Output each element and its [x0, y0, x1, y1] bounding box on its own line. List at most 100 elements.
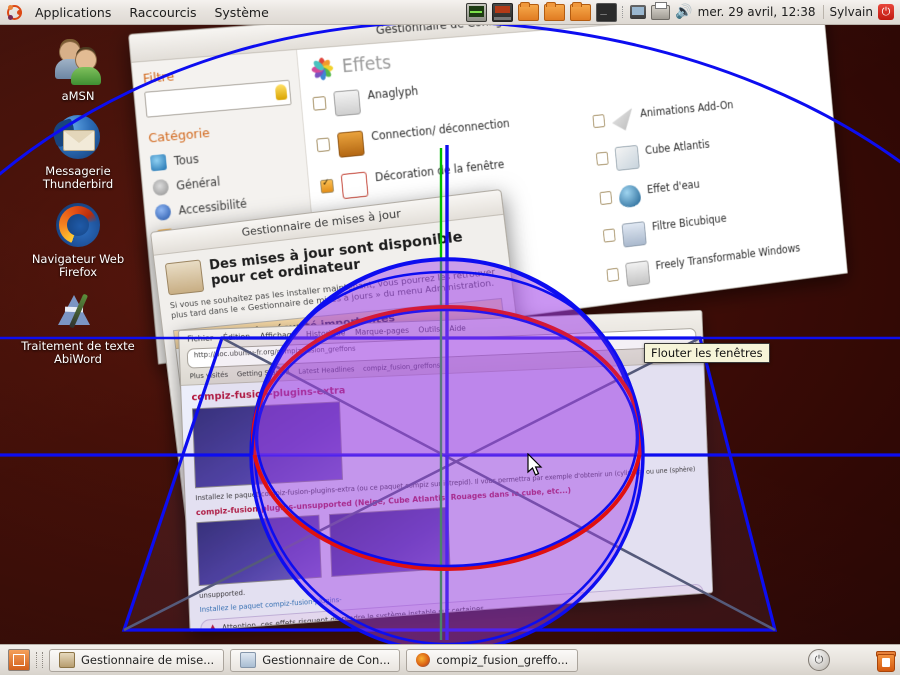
plugin-checkbox[interactable] [316, 137, 330, 152]
taskbar-grip[interactable] [36, 652, 43, 668]
menu-historique[interactable]: Historique [306, 328, 346, 338]
trash-icon[interactable] [876, 650, 894, 670]
bookmark-item[interactable]: Getting Started [237, 368, 290, 378]
amsn-icon [54, 38, 102, 86]
taskbar: Gestionnaire de mise... Gestionnaire de … [0, 644, 900, 675]
connection-icon [337, 130, 365, 157]
page-thumbnail [192, 401, 343, 488]
plugin-checkbox[interactable] [592, 114, 605, 128]
plugin-label: Effet d'eau [646, 178, 700, 196]
section-title: Effets [341, 52, 392, 77]
desktop-icon-label-line2: Firefox [18, 266, 138, 279]
folder-icon[interactable] [570, 4, 591, 21]
desktop-icon-thunderbird[interactable]: Messagerie Thunderbird [18, 113, 138, 191]
top-panel: Applications Raccourcis Système 🔊 mer. 2… [0, 0, 900, 25]
filter-input[interactable] [144, 80, 292, 118]
accessibility-icon [154, 204, 171, 222]
task-button-update-manager[interactable]: Gestionnaire de mise... [49, 649, 224, 672]
plugin-checkbox[interactable] [595, 152, 608, 166]
plugin-label: Animations Add-On [640, 98, 734, 120]
desktop-root: Applications Raccourcis Système 🔊 mer. 2… [0, 0, 900, 675]
page-thumbnail [329, 507, 451, 577]
desktop-icon-label: aMSN [18, 90, 138, 103]
terminal-icon[interactable] [596, 3, 617, 22]
plugin-checkbox[interactable] [320, 179, 334, 194]
sidebar-item-tous[interactable]: Tous [150, 142, 296, 172]
desktop-icon-firefox[interactable]: Navigateur Web Firefox [18, 201, 138, 279]
ccsm-icon [240, 652, 256, 668]
user-menu[interactable]: Sylvain [823, 5, 873, 19]
task-label: compiz_fusion_greffo... [436, 653, 568, 667]
ubuntu-logo-icon[interactable] [6, 4, 23, 21]
volume-icon[interactable]: 🔊 [675, 5, 692, 19]
tooltip: Flouter les fenêtres [644, 343, 770, 363]
tray-separator [622, 6, 625, 18]
bookmark-item[interactable]: Plus visités [190, 371, 229, 381]
effects-starburst-icon [309, 55, 335, 82]
task-button-firefox[interactable]: compiz_fusion_greffo... [406, 649, 578, 672]
freely-transformable-icon [625, 260, 650, 287]
firefox-icon [54, 201, 102, 249]
plugin-checkbox[interactable] [599, 191, 612, 205]
menu-systeme[interactable]: Système [205, 3, 277, 22]
sidebar-item-label: Accessibilité [178, 197, 247, 218]
globe-icon [150, 154, 167, 171]
menu-aide[interactable]: Aide [449, 324, 466, 333]
printer-icon[interactable] [651, 5, 670, 20]
power-icon[interactable]: ⏻ [808, 649, 830, 671]
desktop-icon-abiword[interactable]: Traitement de texte AbiWord [14, 288, 142, 366]
gear-icon [152, 179, 169, 196]
network-icon[interactable] [630, 5, 646, 19]
top-panel-menus: Applications Raccourcis Système [0, 3, 278, 22]
plugin-label: Cube Atlantis [645, 138, 711, 157]
menu-applications[interactable]: Applications [26, 3, 120, 22]
bookmark-item[interactable]: compiz_fusion_greffons [363, 362, 440, 373]
firefox-window[interactable]: Fichier Édition Affichage Historique Mar… [178, 310, 713, 632]
cube-atlantis-icon [614, 145, 639, 171]
plugin-checkbox[interactable] [312, 96, 326, 111]
menu-marque-pages[interactable]: Marque-pages [355, 326, 409, 337]
folder-icon[interactable] [518, 4, 539, 21]
mouse-cursor [527, 453, 545, 479]
plugin-connection[interactable]: Connection/ déconnection [316, 111, 572, 160]
desktop-icon-label-line2: Thunderbird [18, 178, 138, 191]
plugin-cube-atlantis[interactable]: Cube Atlantis [595, 126, 826, 173]
display-screen-icon[interactable] [492, 3, 513, 22]
power-icon[interactable]: ⏻ [878, 4, 894, 20]
system-tray: 🔊 mer. 29 avril, 12:38 Sylvain ⏻ [466, 3, 900, 22]
window-decoration-icon [341, 172, 369, 200]
menu-fichier[interactable]: Fichier [187, 334, 213, 344]
desktop-icon-amsn[interactable]: aMSN [18, 38, 138, 103]
anaglyph-icon [333, 89, 361, 116]
clock[interactable]: mer. 29 avril, 12:38 [698, 5, 816, 19]
bookmark-item[interactable]: Latest Headlines [298, 365, 354, 375]
plugin-checkbox[interactable] [606, 268, 619, 282]
sidebar-item-label: Tous [173, 152, 199, 168]
task-button-ccsm[interactable]: Gestionnaire de Con... [230, 649, 400, 672]
plugin-label: Freely Transformable Windows [655, 241, 801, 272]
firefox-icon [416, 653, 430, 667]
desktop-icon-label-line2: AbiWord [14, 353, 142, 366]
update-manager-icon [59, 652, 75, 668]
sidebar-item-label: Général [176, 175, 221, 193]
folder-icon[interactable] [544, 4, 565, 21]
plugin-label: Connection/ déconnection [371, 117, 510, 143]
taskbar-right: ⏻ [808, 649, 900, 671]
menu-outils[interactable]: Outils [418, 325, 440, 335]
system-monitor-icon[interactable] [466, 3, 487, 22]
plugin-animations-addon[interactable]: Animations Add-On [592, 90, 823, 134]
plugin-label: Anaglyph [367, 84, 419, 102]
show-desktop-icon[interactable] [8, 649, 30, 671]
abiword-icon [54, 288, 102, 336]
water-effect-icon [618, 184, 641, 208]
package-box-icon [165, 259, 205, 295]
menu-edition[interactable]: Édition [223, 332, 250, 342]
page-thumbnail [196, 515, 321, 586]
task-label: Gestionnaire de Con... [262, 653, 390, 667]
menu-raccourcis[interactable]: Raccourcis [120, 3, 205, 22]
thunderbird-icon [54, 113, 102, 161]
plugin-checkbox[interactable] [602, 228, 615, 242]
bicubic-filter-icon [621, 221, 646, 247]
bulb-icon[interactable] [275, 84, 288, 100]
menu-affichage[interactable]: Affichage [260, 330, 297, 340]
